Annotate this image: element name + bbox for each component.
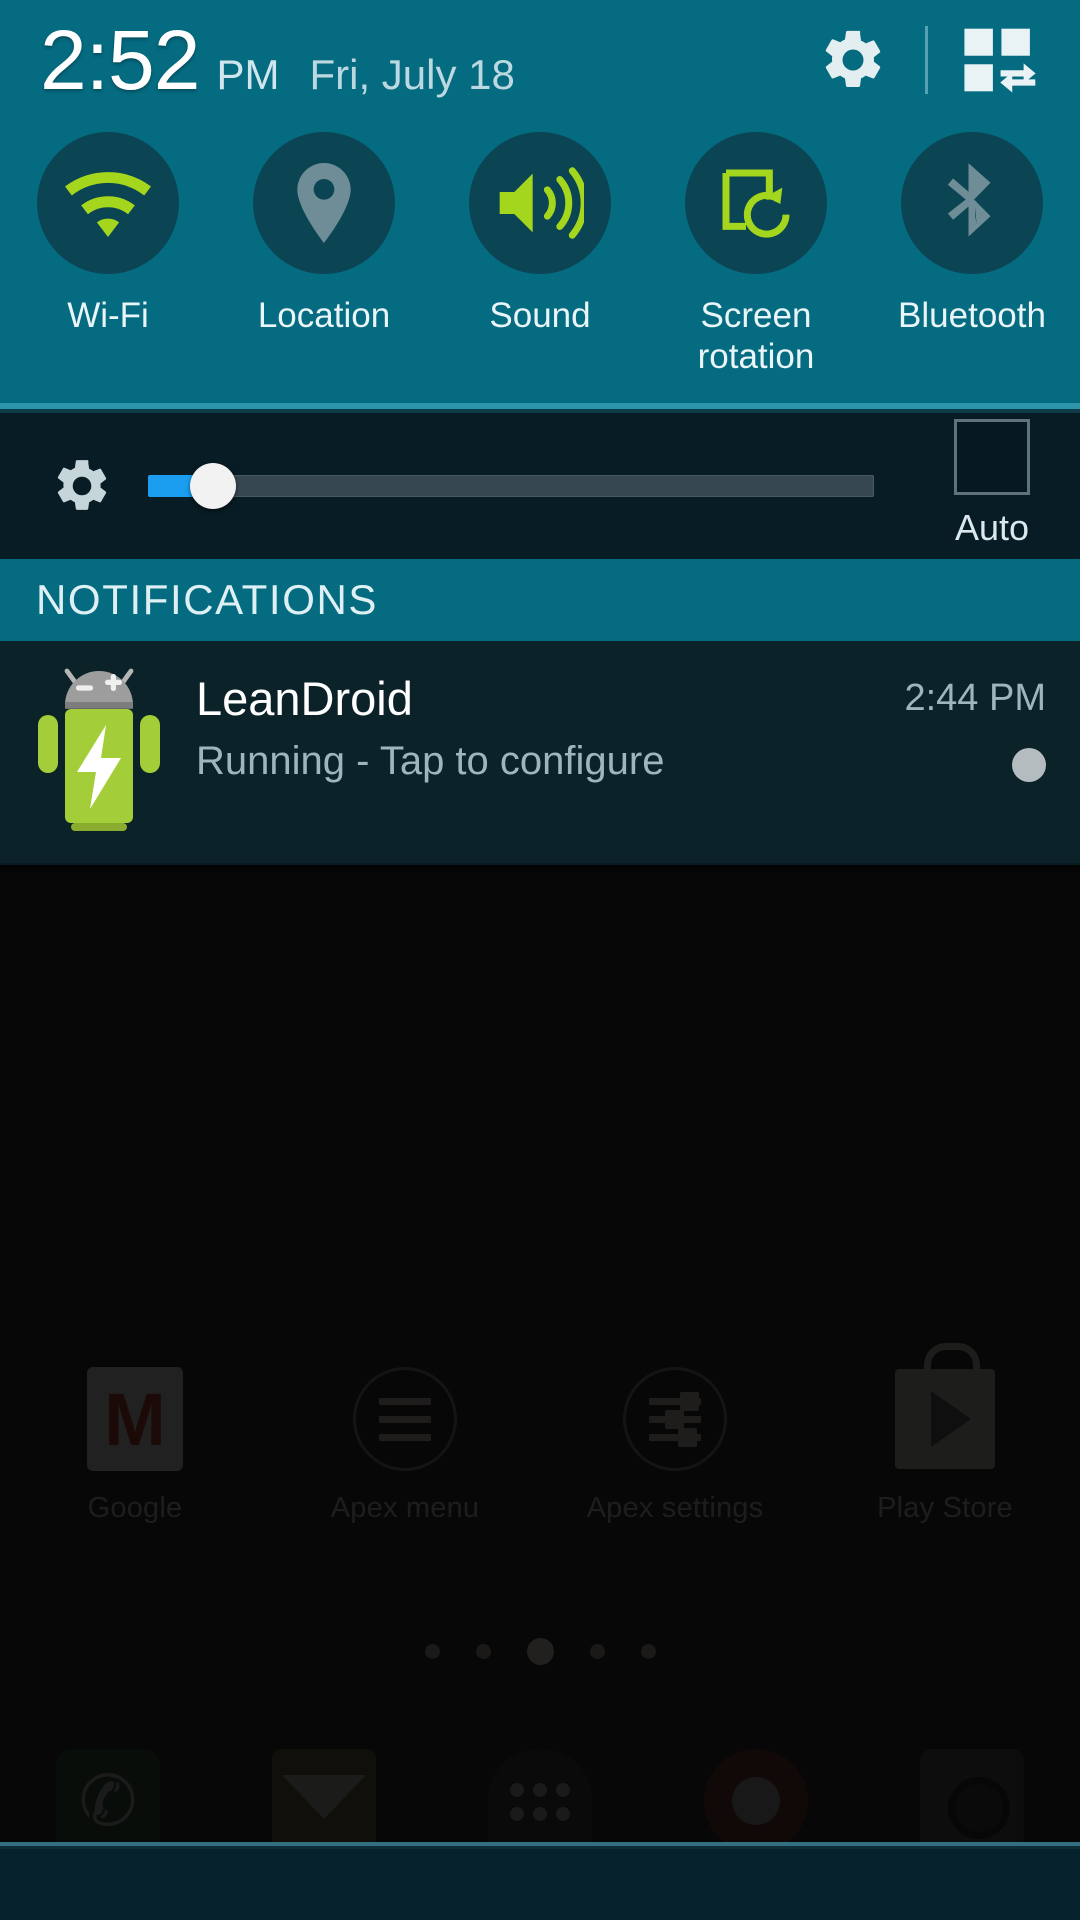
clock-ampm: PM [216, 51, 280, 98]
notification-time: 2:44 PM [904, 677, 1046, 720]
toggle-circle [901, 132, 1043, 274]
home-app-label: Google [87, 1492, 183, 1524]
page-dot[interactable] [475, 1644, 491, 1659]
notifications-header-label: NOTIFICATIONS [36, 576, 379, 624]
status-bar: 2:52 PM Fri, July 18 [0, 0, 1080, 120]
sound-speaker-icon [499, 167, 584, 239]
location-pin-icon [297, 163, 351, 243]
clock-group[interactable]: 2:52 PM Fri, July 18 [40, 18, 807, 102]
toggle-circle [685, 132, 827, 274]
toggle-label: Screen rotation [697, 296, 815, 376]
toggle-label: Wi-Fi [67, 296, 149, 335]
settings-gear-button[interactable] [807, 14, 899, 106]
gmail-icon [76, 1360, 194, 1478]
play-store-bag-icon [886, 1343, 1004, 1478]
status-bar-divider [925, 26, 928, 94]
clock-time: 2:52 [40, 13, 200, 107]
clock-date: Fri, July 18 [309, 51, 515, 98]
brightness-gear-button[interactable] [44, 455, 120, 517]
quick-settings-panel: 2:52 PM Fri, July 18 Wi-Fi Location Soun… [0, 0, 1080, 404]
notification-icon-wrap [24, 663, 174, 837]
app-drawer-icon [488, 1749, 592, 1853]
wifi-icon [65, 172, 151, 238]
expand-dot-icon[interactable] [1012, 748, 1046, 783]
home-app-label: Apex menu [330, 1492, 480, 1524]
auto-brightness-control[interactable]: Auto [934, 419, 1050, 553]
toggle-wifi[interactable]: Wi-Fi [0, 132, 216, 377]
brightness-gear-icon [57, 460, 107, 511]
auto-brightness-label: Auto [954, 507, 1030, 549]
toggle-bluetooth[interactable]: Bluetooth [864, 132, 1080, 377]
gear-icon [825, 30, 881, 87]
page-dot[interactable] [589, 1644, 605, 1659]
brightness-row: Auto [0, 413, 1080, 560]
bluetooth-icon [947, 163, 991, 237]
toggle-sound[interactable]: Sound [432, 132, 648, 377]
navigation-bar [0, 1842, 1080, 1920]
phone-icon [56, 1749, 160, 1853]
screen-rotation-icon [722, 169, 790, 238]
notification-item-leandroid[interactable]: LeanDroid Running - Tap to configure 2:4… [0, 641, 1080, 866]
toggle-screen-rotation[interactable]: Screen rotation [648, 132, 864, 377]
shade-drop-shadow [0, 865, 1080, 876]
home-app-row: Google Apex menu Apex settings Play Stor… [0, 1343, 1080, 1560]
brightness-slider[interactable] [148, 413, 874, 559]
notification-list: LeanDroid Running - Tap to configure 2:4… [0, 641, 1080, 866]
toggle-circle [37, 132, 179, 274]
camera-icon [920, 1749, 1024, 1853]
notification-meta: 2:44 PM [826, 663, 1046, 837]
leandroid-battery-android-icon [38, 668, 160, 832]
status-bar-actions [807, 14, 1046, 106]
page-dot[interactable] [424, 1644, 440, 1659]
sliders-circle-icon [616, 1360, 734, 1478]
chrome-icon [704, 1749, 808, 1853]
quick-toggle-row: Wi-Fi Location Sound Screen rotation Blu… [0, 120, 1080, 403]
toggle-label: Location [257, 296, 391, 335]
home-app-play-store[interactable]: Play Store [810, 1343, 1080, 1560]
toggle-location[interactable]: Location [216, 132, 432, 377]
notifications-header: NOTIFICATIONS [0, 559, 1080, 642]
home-app-label: Apex settings [586, 1492, 764, 1524]
page-dot[interactable] [640, 1644, 656, 1659]
toggle-label: Sound [489, 296, 591, 335]
home-app-apex-settings[interactable]: Apex settings [540, 1360, 810, 1560]
quick-settings-grid-icon [964, 28, 1036, 93]
home-app-google[interactable]: Google [0, 1360, 270, 1560]
toggle-circle [469, 132, 611, 274]
home-app-label: Play Store [877, 1492, 1013, 1524]
notification-body: LeanDroid Running - Tap to configure [174, 663, 826, 837]
notification-text: Running - Tap to configure [196, 738, 665, 783]
navbar-accent-shadow [0, 1846, 1080, 1849]
messaging-icon [272, 1749, 376, 1853]
quick-settings-grid-button[interactable] [954, 14, 1046, 106]
page-dot-active[interactable] [526, 1638, 554, 1665]
home-page-indicator [0, 1638, 1080, 1665]
home-app-apex-menu[interactable]: Apex menu [270, 1360, 540, 1560]
android-notification-shade-screen: Google Apex menu Apex settings Play Stor… [0, 0, 1080, 1920]
notification-shade: 2:52 PM Fri, July 18 Wi-Fi Location Soun… [0, 0, 1080, 876]
toggle-circle [253, 132, 395, 274]
slider-thumb[interactable] [190, 463, 237, 510]
notification-app-name: LeanDroid [196, 672, 413, 726]
slider-track [148, 475, 874, 498]
navbar-accent-line [0, 1842, 1080, 1846]
toggle-label: Bluetooth [898, 296, 1046, 335]
hamburger-menu-circle-icon [346, 1360, 464, 1478]
auto-brightness-checkbox[interactable] [954, 419, 1030, 496]
